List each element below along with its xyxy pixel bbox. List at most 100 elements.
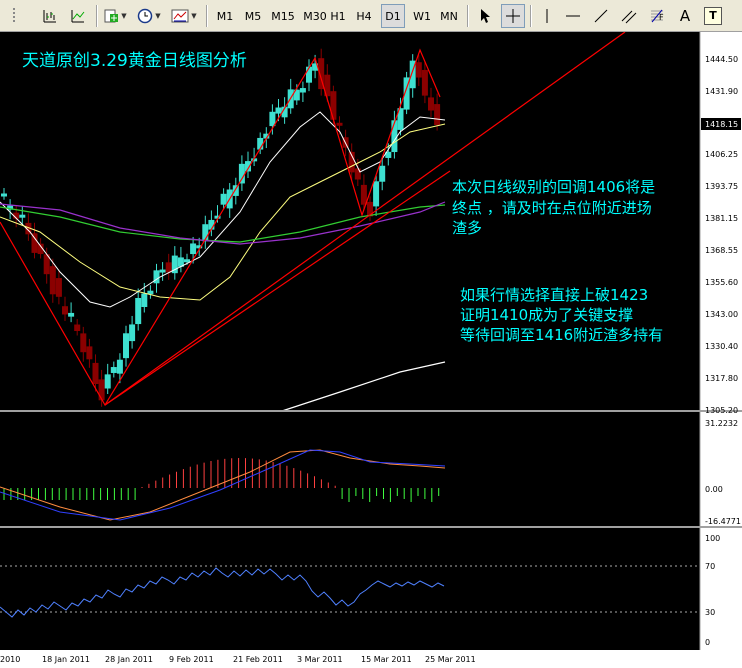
- candle-body: [55, 278, 62, 297]
- price-tick: 1393.75: [705, 182, 738, 191]
- macd-tick: -16.4771: [705, 517, 741, 526]
- candle-body: [49, 266, 56, 295]
- candle-body: [336, 122, 343, 126]
- price-tick: 1355.60: [705, 278, 738, 287]
- date-label: 2010: [0, 655, 20, 664]
- candle-body: [135, 298, 142, 325]
- candle-body: [13, 212, 20, 219]
- current-price-label: 1418.15: [705, 120, 738, 129]
- svg-text:F: F: [659, 13, 664, 22]
- candle-body: [116, 359, 123, 374]
- candle-body: [428, 97, 434, 111]
- tf-mn[interactable]: MN: [436, 4, 462, 28]
- candle-body: [269, 111, 276, 127]
- candle-body: [68, 312, 75, 317]
- tf-m1[interactable]: M1: [212, 4, 238, 28]
- toolbar-grip-icon: [4, 4, 26, 28]
- candle-body: [177, 257, 184, 267]
- separator: [467, 5, 469, 27]
- price-tick: 1330.40: [705, 342, 738, 351]
- rsi-tick: 70: [705, 562, 715, 571]
- date-label: 25 Mar 2011: [425, 655, 476, 664]
- trendline-icon[interactable]: [589, 4, 613, 28]
- fibonacci-icon[interactable]: F: [645, 4, 669, 28]
- rsi-tick: 0: [705, 638, 710, 647]
- candle-body: [208, 219, 215, 230]
- template-icon[interactable]: ▼: [168, 4, 200, 28]
- main-toolbar: ▼ ▼ ▼ M1 M5 M15 M30 H1 H4 D1 W1 MN F A T: [0, 0, 742, 32]
- text-tool-button[interactable]: A: [673, 4, 697, 28]
- channel-icon[interactable]: [617, 4, 641, 28]
- price-tick: 1368.55: [705, 246, 738, 255]
- candle-body: [104, 374, 111, 389]
- candle-body: [190, 243, 197, 255]
- tf-h4[interactable]: H4: [352, 4, 376, 28]
- candle-body: [385, 151, 392, 158]
- candle-body: [129, 324, 136, 342]
- date-label: 21 Feb 2011: [233, 655, 283, 664]
- candle-body: [74, 324, 81, 331]
- date-label: 9 Feb 2011: [169, 655, 214, 664]
- candle-body: [421, 69, 428, 96]
- candle-body: [62, 306, 68, 315]
- candle-body: [1, 193, 7, 197]
- candle-body: [220, 193, 227, 205]
- candle-body: [159, 269, 166, 273]
- separator: [96, 5, 98, 27]
- rsi-tick: 100: [705, 534, 720, 543]
- candle-body: [110, 367, 117, 373]
- bar-chart-icon[interactable]: [38, 4, 62, 28]
- tf-h1[interactable]: H1: [326, 4, 350, 28]
- candle-body: [379, 165, 386, 182]
- tf-m15[interactable]: M15: [268, 4, 298, 28]
- candle-body: [92, 362, 99, 384]
- price-tick: 1343.00: [705, 310, 738, 319]
- candle-body: [86, 346, 93, 360]
- candle-body: [147, 290, 154, 295]
- new-order-icon[interactable]: ▼: [100, 4, 130, 28]
- candle-body: [80, 333, 87, 353]
- candle-body: [19, 214, 26, 218]
- price-tick: 1381.15: [705, 214, 738, 223]
- crosshair-icon[interactable]: [501, 4, 525, 28]
- cursor-icon[interactable]: [473, 4, 497, 28]
- price-tick: 1431.90: [705, 87, 738, 96]
- candle-body: [299, 88, 306, 93]
- date-label: 18 Jan 2011: [42, 655, 90, 664]
- candle-body: [184, 259, 190, 263]
- candle-body: [391, 120, 398, 153]
- macd-tick: 31.2232: [705, 419, 738, 428]
- vertical-line-icon[interactable]: [535, 4, 559, 28]
- candle-body: [238, 163, 245, 184]
- candle-body: [141, 293, 148, 308]
- candle-body: [123, 333, 129, 359]
- separator: [530, 5, 532, 27]
- tf-d1[interactable]: D1: [381, 4, 405, 28]
- clock-icon[interactable]: ▼: [134, 4, 164, 28]
- candle-body: [360, 184, 367, 205]
- date-label: 28 Jan 2011: [105, 655, 153, 664]
- candle-body: [306, 66, 312, 83]
- date-labels: 2010 18 Jan 2011 28 Jan 2011 9 Feb 2011 …: [0, 655, 476, 664]
- label-tool-button[interactable]: T: [701, 4, 725, 28]
- line-chart-icon[interactable]: [66, 4, 90, 28]
- candle-body: [434, 104, 441, 126]
- price-tick: 1305.20: [705, 406, 738, 415]
- price-tick: 1406.25: [705, 150, 738, 159]
- candle-body: [232, 185, 239, 196]
- price-chart[interactable]: 天道原创3.29黄金日线图分析 本次日线级别的回调1406将是 终点 ，请及时在…: [0, 32, 742, 668]
- candle-body: [43, 254, 50, 275]
- tf-m5[interactable]: M5: [240, 4, 266, 28]
- horizontal-line-icon[interactable]: [561, 4, 585, 28]
- date-label: 3 Mar 2011: [297, 655, 343, 664]
- rsi-tick: 30: [705, 608, 715, 617]
- macd-tick: 0.00: [705, 485, 723, 494]
- candle-body: [373, 181, 380, 207]
- candle-body: [165, 262, 172, 273]
- tf-w1[interactable]: W1: [409, 4, 435, 28]
- candle-body: [275, 107, 282, 114]
- price-tick: 1444.50: [705, 55, 738, 64]
- separator: [206, 5, 208, 27]
- date-label: 15 Mar 2011: [361, 655, 412, 664]
- annotation-2: 如果行情选择直接上破1423 证明1410成为了关键支撑 等待回调至1416附近…: [460, 286, 663, 344]
